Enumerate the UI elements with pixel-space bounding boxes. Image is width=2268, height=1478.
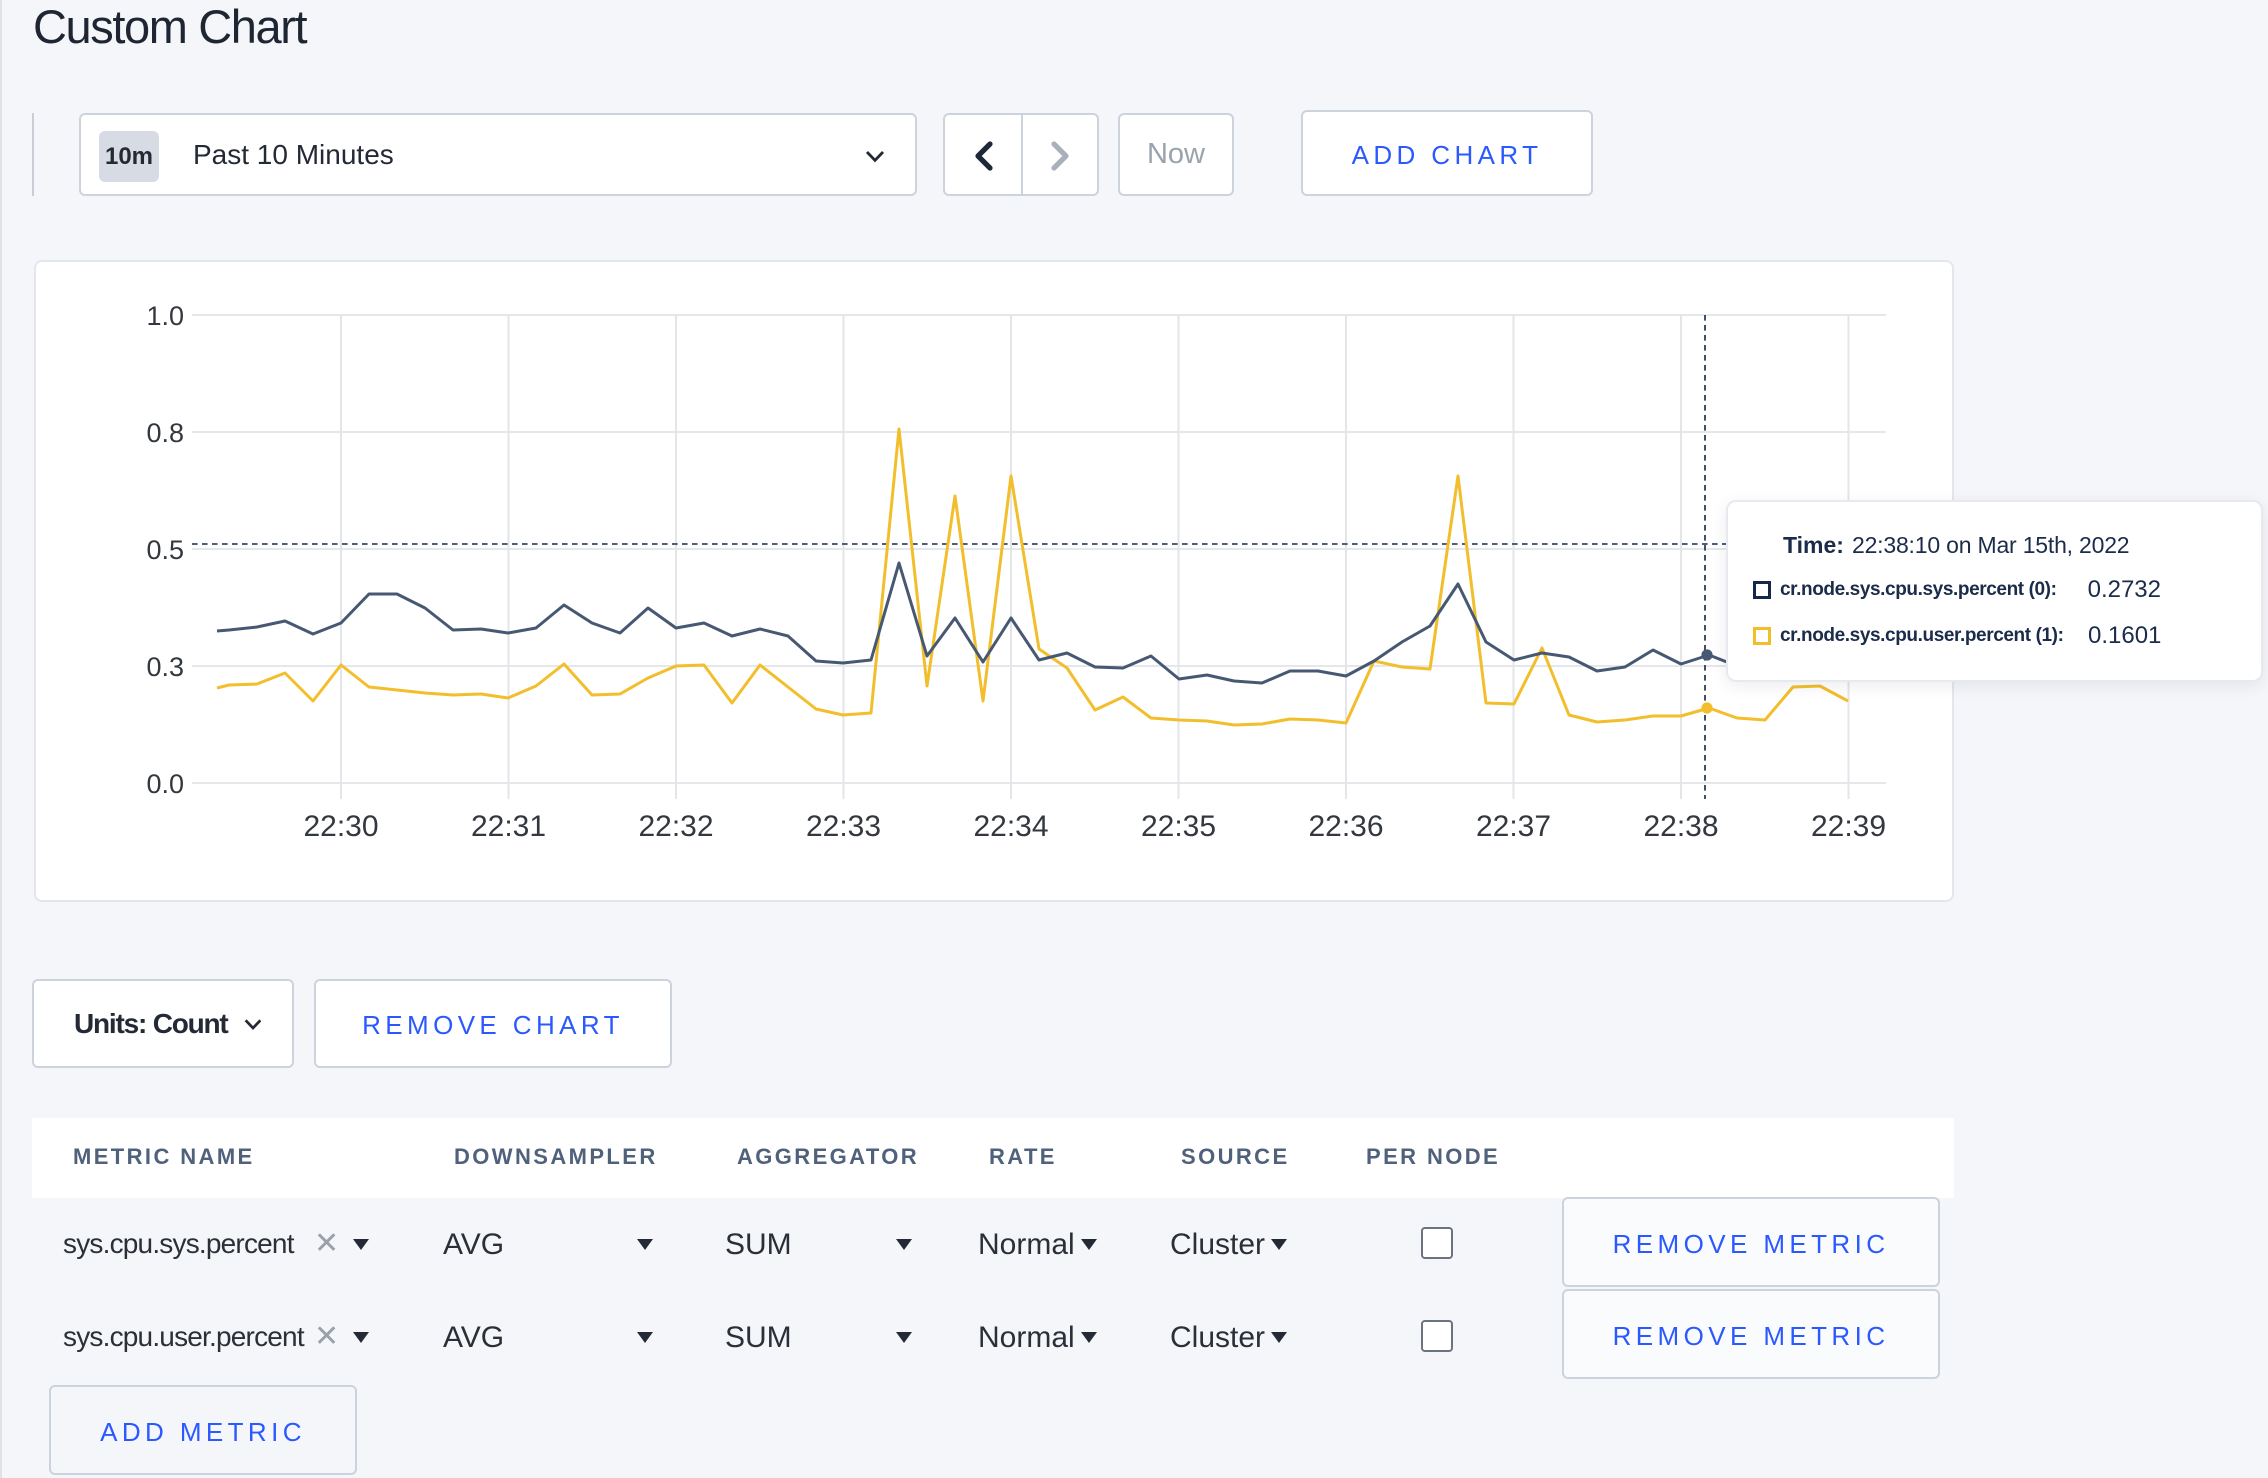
svg-text:22:39: 22:39 [1811,810,1886,843]
svg-text:0.3: 0.3 [146,652,184,682]
svg-text:22:35: 22:35 [1141,810,1216,843]
svg-text:22:34: 22:34 [973,810,1048,843]
svg-text:22:31: 22:31 [471,810,546,843]
svg-text:0.5: 0.5 [146,535,184,565]
svg-text:0.8: 0.8 [146,418,184,448]
svg-text:22:32: 22:32 [638,810,713,843]
svg-text:22:33: 22:33 [806,810,881,843]
svg-text:0.0: 0.0 [146,769,184,799]
svg-text:1.0: 1.0 [146,301,184,331]
svg-text:22:36: 22:36 [1308,810,1383,843]
svg-text:22:30: 22:30 [303,810,378,843]
svg-text:22:37: 22:37 [1476,810,1551,843]
svg-text:22:38: 22:38 [1643,810,1718,843]
